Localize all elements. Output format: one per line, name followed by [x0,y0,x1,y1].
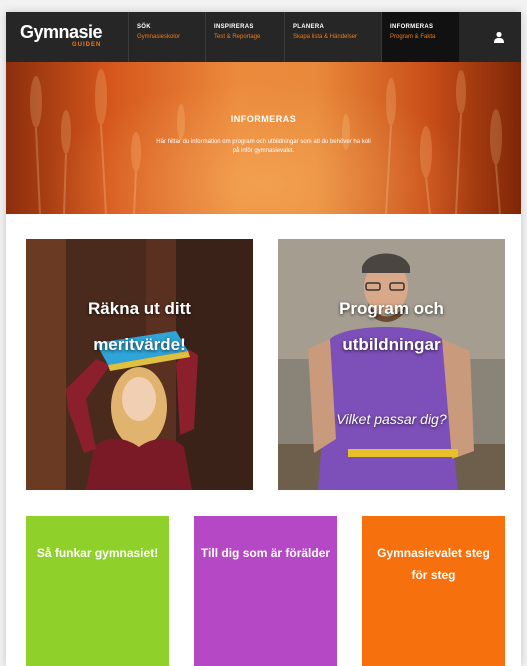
nav-item-title: SÖK [137,24,151,30]
tile-label: Så funkar gymnasiet! [36,546,159,560]
tile-sa-funkar-gymnasiet[interactable]: Så funkar gymnasiet! [26,516,169,666]
nav-item-planera[interactable]: PLANERA Skapa lista & Händelser [284,12,380,62]
nav-item-title: INSPIRERAS [214,24,254,30]
tile-label: Till dig som är förälder [200,546,331,560]
card-title-line2: meritvärde! [93,335,186,354]
card-subtitle: Vilket passar dig? [336,411,447,427]
nav-item-subtitle: Test & Reportage [214,34,261,40]
nav-item-title: INFORMERAS [390,24,434,30]
page-frame: Gymnasie GUIDEN SÖK Gymnasieskolor INSPI… [6,12,521,666]
site-logo[interactable]: Gymnasie GUIDEN [20,23,120,53]
card-program-utbildningar[interactable]: Program och utbildningar Vilket passar d… [278,239,505,490]
craftsman-photo [278,239,505,490]
nav-item-subtitle: Program & Fakta [390,34,436,40]
nav-item-title: PLANERA [293,24,325,30]
tile-label: Gymnasievalet steg för steg [377,546,490,582]
top-nav: Gymnasie GUIDEN SÖK Gymnasieskolor INSPI… [6,12,521,62]
nav-item-subtitle: Skapa lista & Händelser [293,34,358,40]
user-icon[interactable] [492,30,506,44]
hero-banner: INFORMERAS Här hittar du information om … [6,62,521,214]
logo-main-text: Gymnasie [20,22,103,42]
hero-title: INFORMERAS [230,114,297,124]
hero-description: Här hittar du information om program och… [156,139,371,154]
girl-with-book-photo [26,239,253,490]
logo-sub-text: GUIDEN [72,42,102,48]
card-title-line1: Räkna ut ditt [88,299,191,318]
tile-steg-for-steg[interactable]: Gymnasievalet steg för steg [362,516,505,666]
card-meritvarde[interactable]: Räkna ut ditt meritvärde! [26,239,253,490]
nav-item-sok[interactable]: SÖK Gymnasieskolor [128,12,202,62]
tile-till-foralder[interactable]: Till dig som är förälder [194,516,337,666]
nav-item-subtitle: Gymnasieskolor [137,34,181,40]
card-title-line2: utbildningar [342,335,441,354]
card-title-line1: Program och [339,299,444,318]
nav-item-inspireras[interactable]: INSPIRERAS Test & Reportage [205,12,281,62]
nav-item-informeras[interactable]: INFORMERAS Program & Fakta [381,12,459,62]
